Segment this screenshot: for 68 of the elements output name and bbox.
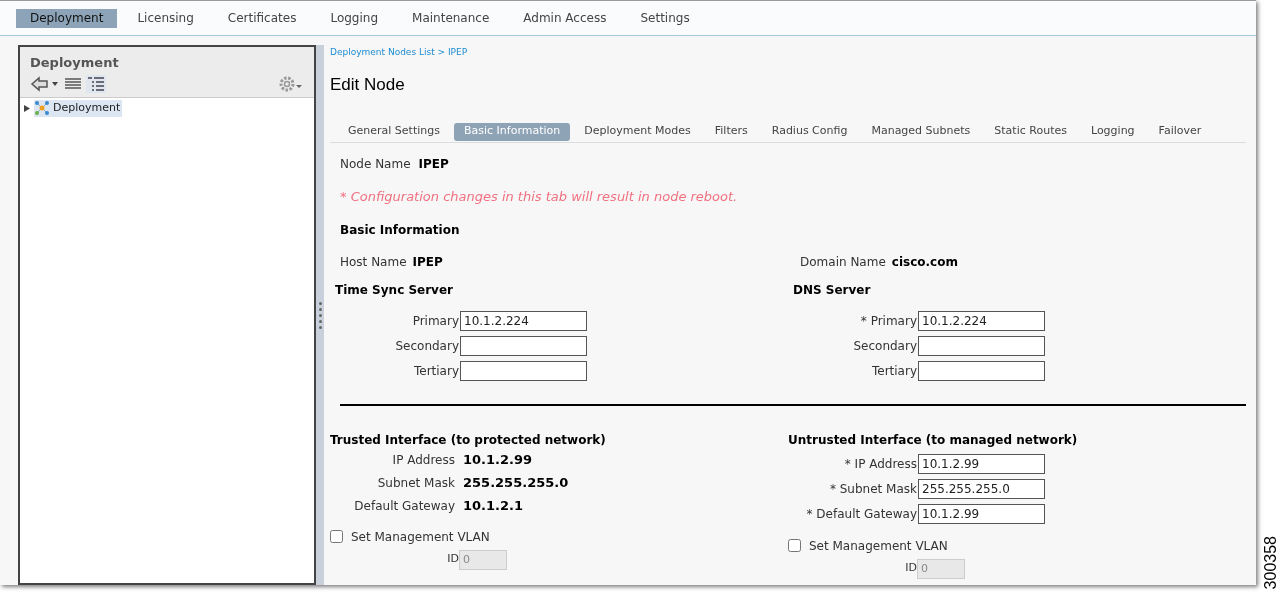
checkbox[interactable] xyxy=(788,539,801,552)
text-field[interactable] xyxy=(918,361,1045,381)
field-label: Default Gateway xyxy=(353,498,455,515)
field-label: * Subnet Mask xyxy=(828,481,918,498)
field-value: 255.255.255.0 xyxy=(463,474,569,493)
section-heading: Untrusted Interface (to managed network) xyxy=(788,431,1079,449)
tab[interactable]: Logging xyxy=(1080,122,1145,141)
text-field[interactable] xyxy=(460,336,587,356)
node-name-value: IPEP xyxy=(418,156,449,173)
checkbox-label: Set Management VLAN xyxy=(809,537,948,555)
text-field[interactable] xyxy=(460,361,587,381)
nav-tab[interactable]: Licensing xyxy=(123,8,208,28)
panel-title: Deployment xyxy=(30,54,120,71)
checkbox[interactable] xyxy=(330,530,343,543)
tab[interactable]: Static Routes xyxy=(984,122,1077,141)
field-label: Node Name xyxy=(340,156,411,173)
text-field[interactable]: 255.255.255.0 xyxy=(918,479,1045,499)
text-field[interactable] xyxy=(918,336,1045,356)
breadcrumb-link[interactable]: Deployment Nodes List > IPEP xyxy=(330,46,1246,60)
nav-tab[interactable]: Admin Access xyxy=(509,8,621,28)
section-heading: Basic Information xyxy=(339,221,461,239)
page-title: Edit Node xyxy=(330,73,406,96)
field-label: Tertiary xyxy=(870,363,918,380)
nav-tab[interactable]: Maintenance xyxy=(398,8,504,28)
tree-view-icon[interactable] xyxy=(86,75,106,93)
tab[interactable]: General Settings xyxy=(338,122,450,141)
figure-number: 300358 xyxy=(1261,535,1280,589)
field-label: ID xyxy=(446,551,459,568)
field-label: Host Name xyxy=(340,253,407,271)
nav-tab[interactable]: Certificates xyxy=(213,8,311,28)
field-label: * Primary xyxy=(859,313,918,330)
field-label: Tertiary xyxy=(412,363,460,380)
nav-tab[interactable]: Deployment xyxy=(16,8,118,28)
expand-toggle[interactable] xyxy=(24,104,30,112)
checkbox-label: Set Management VLAN xyxy=(351,528,490,546)
section-heading: Time Sync Server xyxy=(335,281,454,299)
field-label: * IP Address xyxy=(843,456,918,473)
field-label: Primary xyxy=(411,313,460,330)
text-field[interactable]: 10.1.2.224 xyxy=(460,311,587,331)
field-label: Secondary xyxy=(852,338,918,355)
section-heading: DNS Server xyxy=(793,281,872,299)
tab[interactable]: Radius Config xyxy=(761,122,858,141)
field-value: 10.1.2.1 xyxy=(463,497,524,516)
list-view-icon[interactable] xyxy=(64,76,82,92)
text-field[interactable]: 10.1.2.99 xyxy=(918,454,1045,474)
field-label: Subnet Mask xyxy=(376,475,455,492)
splitter-handle[interactable] xyxy=(316,45,324,585)
network-nodes-icon xyxy=(34,100,50,117)
nav-tab[interactable]: Settings xyxy=(626,8,704,28)
text-field[interactable]: 10.1.2.224 xyxy=(918,311,1045,331)
tab[interactable]: Filters xyxy=(704,122,758,141)
warning-message: * Configuration changes in this tab will result in node reboot. xyxy=(339,188,739,206)
back-arrow-icon[interactable] xyxy=(30,76,60,92)
domain-name-value: cisco.com xyxy=(891,253,958,271)
tab[interactable]: Deployment Modes xyxy=(574,122,701,141)
tab[interactable]: Managed Subnets xyxy=(861,122,981,141)
section-heading: Trusted Interface (to protected network) xyxy=(330,431,607,449)
field-label: * Default Gateway xyxy=(805,506,918,523)
text-field[interactable]: 10.1.2.99 xyxy=(918,504,1045,524)
tree-item[interactable]: Deployment xyxy=(34,100,123,117)
host-name-value: IPEP xyxy=(412,253,443,271)
field-label: Domain Name xyxy=(800,253,886,271)
field-label: IP Address xyxy=(391,452,455,469)
field-label: ID xyxy=(904,560,917,577)
field-label: Secondary xyxy=(394,338,460,355)
nav-tab[interactable]: Logging xyxy=(316,8,393,28)
field-value: 10.1.2.99 xyxy=(463,451,533,470)
tab[interactable]: Failover xyxy=(1148,122,1212,141)
